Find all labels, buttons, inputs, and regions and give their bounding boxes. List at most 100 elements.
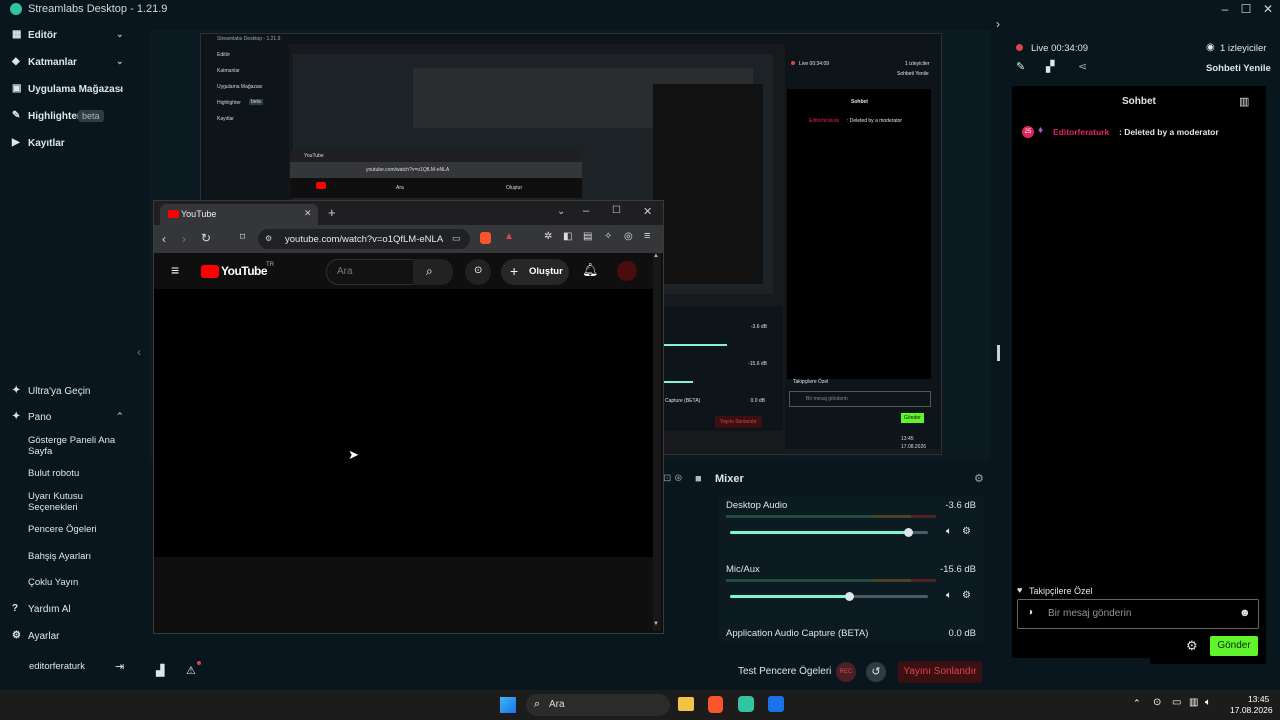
performance-stats-icon[interactable]: ▟ (156, 664, 164, 677)
display-tray-icon[interactable]: ▭ (1172, 697, 1181, 708)
pano-item-tip-settings[interactable]: Bahşiş Ayarları (28, 551, 128, 562)
taskbar-search[interactable]: ⌕ Ara (526, 694, 670, 716)
settings-link[interactable]: ⚙ Ayarlar (0, 625, 137, 649)
sidebar-item-highlighter[interactable]: ✎ Highlighter beta (0, 105, 137, 129)
close-icon[interactable]: ✕ (1258, 2, 1278, 16)
clip-icon[interactable]: ▞ (1046, 60, 1054, 73)
pano-item-alertbox[interactable]: Uyarı Kutusu Seçenekleri (28, 491, 128, 513)
taskbar-time[interactable]: 13:45 (1248, 694, 1269, 704)
pano-item-cloudbot[interactable]: Bulut robotu (28, 468, 128, 479)
chat-settings-gear-icon[interactable]: ⚙ (1186, 638, 1198, 654)
file-explorer-icon[interactable] (678, 697, 694, 711)
notifications-bell-icon[interactable]: 🔔︎ (582, 262, 599, 278)
volume-knob[interactable] (904, 528, 913, 537)
forward-icon[interactable]: › (182, 232, 186, 246)
chevron-down-icon: ⌄ (116, 29, 124, 39)
youtube-search-button[interactable]: ⌕ (413, 259, 453, 285)
sidebar-item-editor[interactable]: ▦ Editör ⌄ (0, 24, 137, 48)
browser-tab-youtube[interactable]: YouTube ✕ (160, 204, 318, 225)
youtube-logo-text[interactable]: YouTube (221, 264, 268, 278)
chat-users-icon[interactable]: ▥ (1239, 95, 1249, 108)
emoji-icon[interactable]: ☻ (1239, 607, 1251, 619)
youtube-search-input[interactable]: Ara (326, 259, 414, 285)
address-bar[interactable]: ⚙ youtube.com/watch?v=o1QfLM-eNLA ▭ (258, 229, 470, 249)
sidebar-item-recordings[interactable]: ▶ Kayıtlar (0, 132, 137, 156)
collapse-left-icon[interactable]: ‹ (137, 345, 141, 359)
chat-input-placeholder: Bir mesaj gönderin (1048, 608, 1132, 619)
brave-shield-icon[interactable] (480, 232, 491, 244)
pano-item-dashboard[interactable]: Gösterge Paneli Ana Sayfa (28, 435, 128, 457)
wallet-icon[interactable]: ▤ (583, 231, 592, 242)
chat-send-button[interactable]: Gönder (1210, 636, 1258, 656)
sub-badge-icon: 25 (1022, 126, 1034, 138)
alert-icon[interactable]: ⚠ (186, 664, 196, 677)
browser-scrollbar[interactable]: ▲ ▼ (653, 253, 661, 631)
preview-resize-handle[interactable] (997, 345, 1000, 361)
pano-item-widgets[interactable]: Pencere Ögeleri (28, 524, 128, 535)
scroll-down-icon[interactable]: ▼ (653, 621, 659, 627)
sidebar-toggle-icon[interactable]: ◧ (563, 231, 572, 242)
volume-knob[interactable] (845, 592, 854, 601)
windows-start-icon[interactable] (500, 697, 516, 713)
speaker-icon[interactable]: 🔈︎ (946, 590, 952, 601)
microphone-tray-icon[interactable]: ⊙ (1153, 697, 1161, 708)
help-link[interactable]: ? Yardım Al (0, 598, 137, 622)
refresh-chat-button[interactable]: Sohbeti Yenile (1206, 63, 1271, 74)
cast-icon[interactable]: ▭ (452, 233, 461, 244)
bookmark-icon[interactable]: ⌑ (240, 232, 245, 243)
site-info-icon[interactable]: ⚙ (265, 234, 272, 243)
minimize-icon[interactable]: – (583, 205, 589, 217)
minimize-icon[interactable]: – (1215, 2, 1235, 16)
share-icon[interactable]: ⋖ (1078, 60, 1087, 73)
sidebar-item-store[interactable]: ▣ Uygulama Mağazası ⌄ (0, 78, 137, 102)
replay-buffer-icon[interactable]: ↺ (866, 662, 886, 682)
show-hidden-icons-icon[interactable]: ⌃ (1133, 698, 1141, 709)
brave-browser-icon[interactable] (708, 696, 723, 713)
record-button[interactable]: REC (836, 662, 856, 682)
tab-close-icon[interactable]: ✕ (304, 208, 312, 219)
edit-stream-icon[interactable]: ✎ (1016, 60, 1025, 73)
chat-message-user[interactable]: Editorferaturk (1053, 127, 1109, 137)
reload-icon[interactable]: ↻ (201, 231, 211, 245)
ultra-upgrade-link[interactable]: ✦ Ultra'ya Geçin (0, 380, 137, 404)
app-taskbar-icon[interactable] (768, 696, 784, 712)
mixer-settings-gear-icon[interactable]: ⚙ (974, 472, 984, 485)
hamburger-menu-icon[interactable]: ≡ (171, 262, 179, 278)
close-icon[interactable]: ✕ (643, 205, 652, 218)
leo-ai-icon[interactable]: ✧ (604, 231, 612, 242)
menu-icon[interactable]: ≡ (644, 230, 650, 242)
track-gear-icon[interactable]: ⚙ (962, 590, 971, 601)
vpn-icon[interactable]: ◎ (624, 231, 633, 242)
volume-slider[interactable] (730, 528, 928, 537)
scroll-up-icon[interactable]: ▲ (653, 253, 659, 259)
new-tab-icon[interactable]: + (328, 205, 336, 220)
speaker-icon[interactable]: 🔈︎ (946, 526, 952, 537)
video-player[interactable] (154, 289, 653, 557)
pano-item-multistream[interactable]: Çoklu Yayın (28, 577, 128, 588)
username[interactable]: editorferaturk (29, 661, 85, 672)
chat-input[interactable]: ◑ Bir mesaj gönderin ☻ (1017, 599, 1259, 629)
end-stream-button[interactable]: Yayını Sonlandır (898, 661, 982, 683)
streamlabs-taskbar-icon[interactable] (738, 696, 754, 712)
logout-icon[interactable]: ⇥ (115, 660, 124, 673)
volume-slider[interactable] (730, 592, 928, 601)
tab-list-icon[interactable]: ⌄ (557, 206, 565, 217)
maximize-icon[interactable]: ☐ (612, 205, 621, 216)
sidebar-item-layers[interactable]: ◆ Katmanlar ⌄ (0, 51, 137, 75)
taskbar-date[interactable]: 17.08.2026 (1230, 705, 1273, 715)
voice-search-button[interactable]: ⊙ (465, 259, 491, 285)
volume-tray-icon[interactable]: 🔈︎ (1205, 697, 1211, 708)
avatar[interactable] (617, 261, 637, 281)
back-icon[interactable]: ‹ (162, 232, 166, 246)
create-button[interactable]: + Oluştur (501, 259, 569, 285)
brave-rewards-icon[interactable]: ▲ (504, 231, 514, 242)
youtube-logo-icon[interactable] (201, 265, 219, 278)
sidebar-item-pano[interactable]: ✦ Pano ⌃ (0, 406, 137, 430)
network-icon[interactable]: ▥ (1189, 697, 1198, 708)
extensions-icon[interactable]: ✲ (544, 231, 552, 242)
volume-fill (730, 595, 849, 598)
test-widgets-button[interactable]: Test Pencere Ögeleri (738, 666, 831, 677)
track-gear-icon[interactable]: ⚙ (962, 526, 971, 537)
maximize-icon[interactable]: ☐ (1236, 2, 1256, 16)
expand-right-icon[interactable]: › (996, 17, 1000, 31)
